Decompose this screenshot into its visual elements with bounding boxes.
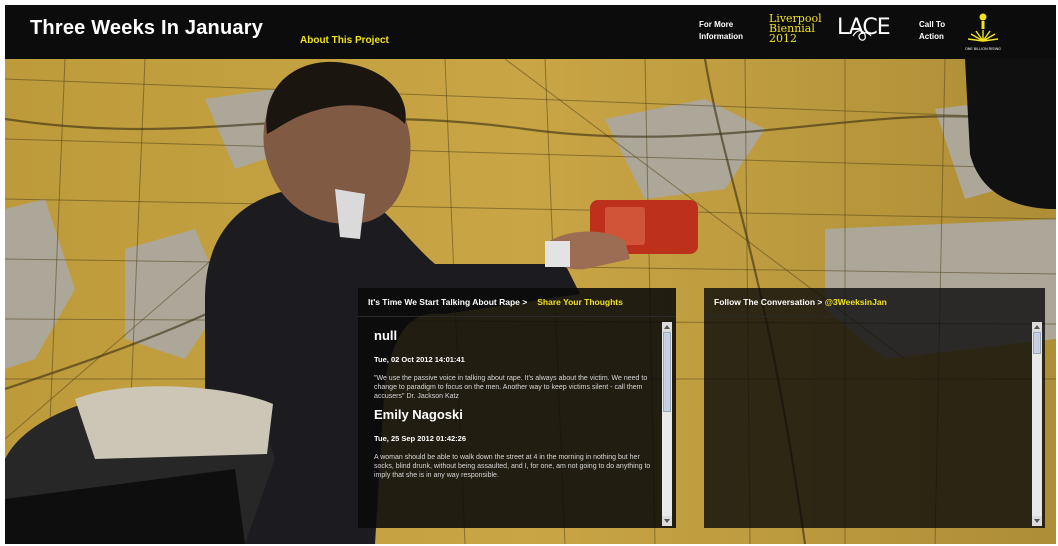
comment-text: A woman should be able to walk down the … bbox=[374, 454, 651, 479]
comment-text: "We use the passive voice in talking abo… bbox=[374, 375, 648, 400]
comment-item: null Tue, 02 Oct 2012 14:01:41 "We use t… bbox=[358, 328, 662, 401]
comments-heading: It's Time We Start Talking About Rape > bbox=[368, 297, 528, 307]
top-bar: Three Weeks In January About This Projec… bbox=[5, 5, 1056, 59]
scroll-thumb[interactable] bbox=[1033, 332, 1041, 354]
obr-logo-text: ONE BILLION RISING bbox=[965, 47, 1001, 51]
scroll-down-icon[interactable] bbox=[1032, 516, 1042, 526]
comment-date: Tue, 02 Oct 2012 14:01:41 bbox=[374, 355, 465, 364]
scroll-up-icon[interactable] bbox=[662, 322, 672, 332]
share-thoughts-link[interactable]: Share Your Thoughts bbox=[537, 297, 623, 307]
call-to-action-link[interactable]: Call To Action bbox=[919, 19, 959, 43]
scroll-up-icon[interactable] bbox=[1032, 322, 1042, 332]
conversation-heading: Follow The Conversation > bbox=[714, 297, 823, 307]
about-project-link[interactable]: About This Project bbox=[300, 35, 389, 46]
biennial-logo-line3: 2012 bbox=[769, 32, 797, 45]
conversation-panel: Follow The Conversation > @3WeeksinJan bbox=[704, 288, 1045, 528]
comments-panel: It's Time We Start Talking About Rape > S… bbox=[358, 288, 676, 528]
conversation-panel-header: Follow The Conversation > @3WeeksinJan bbox=[704, 288, 1045, 317]
conversation-scrollbar[interactable] bbox=[1032, 322, 1042, 526]
comment-author: null bbox=[374, 328, 398, 343]
one-billion-rising-logo[interactable]: ONE BILLION RISING bbox=[963, 11, 1003, 55]
liverpool-biennial-logo[interactable]: Liverpool Biennial 2012 bbox=[769, 13, 831, 45]
page-frame: Three Weeks In January About This Projec… bbox=[5, 5, 1056, 544]
twitter-handle-link[interactable]: @3WeeksinJan bbox=[825, 297, 887, 307]
scroll-down-icon[interactable] bbox=[662, 516, 672, 526]
comment-date: Tue, 25 Sep 2012 01:42:26 bbox=[374, 434, 466, 443]
comments-panel-header: It's Time We Start Talking About Rape > S… bbox=[358, 288, 676, 317]
more-information-link[interactable]: For More Information bbox=[699, 19, 759, 43]
comments-feed[interactable]: null Tue, 02 Oct 2012 14:01:41 "We use t… bbox=[358, 322, 662, 526]
site-title[interactable]: Three Weeks In January bbox=[30, 17, 263, 40]
conversation-feed[interactable] bbox=[712, 322, 1030, 526]
comment-item: Emily Nagoski Tue, 25 Sep 2012 01:42:26 … bbox=[358, 407, 662, 480]
comments-scrollbar[interactable] bbox=[662, 322, 672, 526]
comment-author: Emily Nagoski bbox=[374, 407, 463, 422]
lace-logo[interactable]: LACE bbox=[837, 15, 891, 41]
lace-swirl-icon bbox=[852, 30, 872, 41]
scroll-thumb[interactable] bbox=[663, 332, 671, 412]
